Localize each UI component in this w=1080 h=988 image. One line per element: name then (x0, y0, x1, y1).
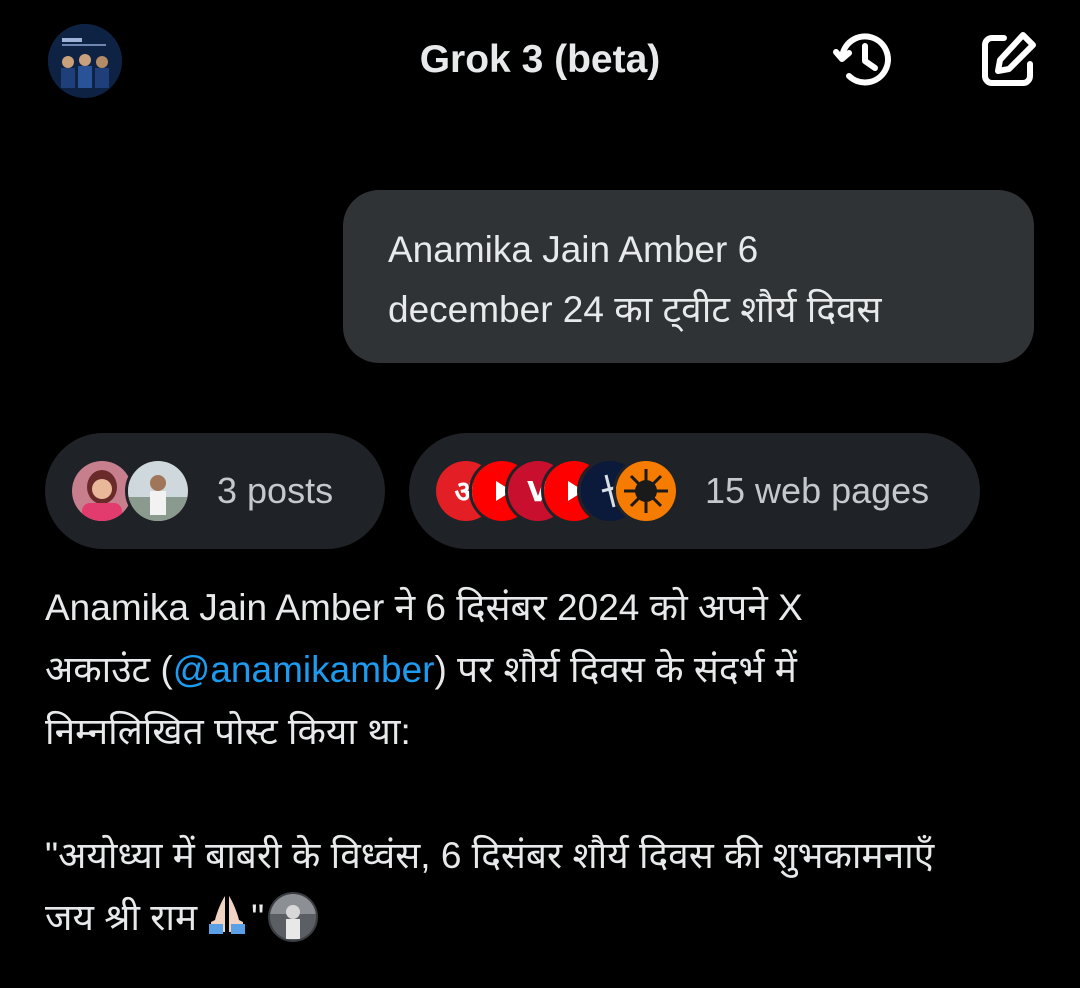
history-icon (833, 33, 891, 86)
web-favicon-stack: अ V (433, 458, 679, 524)
citation-avatar[interactable] (268, 892, 319, 942)
posts-count-label: 3 posts (217, 470, 334, 511)
new-chat-edit-icon (982, 32, 1036, 86)
mention-link[interactable]: @anamikamber (173, 649, 435, 690)
user-message-line-1: Anamika Jain Amber 6 (388, 229, 759, 270)
assistant-response: Anamika Jain Amber ने 6 दिसंबर 2024 को अ… (45, 577, 1045, 955)
quoted-post-line: "अयोध्या में बाबरी के विध्वंस, 6 दिसंबर … (45, 835, 935, 876)
history-button[interactable] (832, 28, 896, 92)
response-line: Anamika Jain Amber ने 6 दिसंबर 2024 को अ… (45, 587, 803, 628)
new-chat-button[interactable] (976, 28, 1040, 92)
top-bar: Grok 3 (beta) (0, 0, 1080, 130)
folded-hands-icon (203, 892, 251, 955)
response-line: निम्नलिखित पोस्ट किया था: (45, 711, 411, 752)
user-message-line-2: december 24 का ट्वीट शौर्य दिवस (388, 289, 882, 330)
response-line: अकाउंट (@anamikamber) पर शौर्य दिवस के स… (45, 649, 797, 690)
page-title: Grok 3 (beta) (419, 38, 661, 81)
web-pages-count-label: 15 web pages (705, 470, 930, 511)
post-author-avatar (125, 458, 191, 524)
profile-avatar[interactable] (48, 24, 122, 98)
quoted-post-line: जय श्री राम " (45, 887, 1045, 955)
web-pages-sources-chip[interactable]: अ V 15 web pages (409, 433, 980, 549)
user-message-bubble: Anamika Jain Amber 6 december 24 का ट्वी… (343, 190, 1034, 363)
posts-avatar-stack (69, 458, 191, 524)
website-favicon (613, 458, 679, 524)
posts-sources-chip[interactable]: 3 posts (45, 433, 385, 549)
